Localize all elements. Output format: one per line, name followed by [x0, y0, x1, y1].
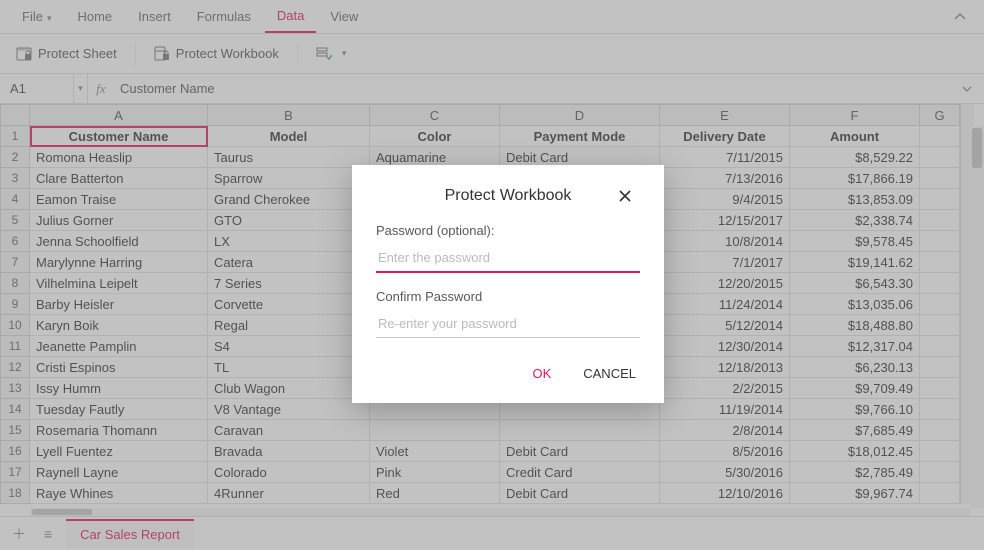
ok-button[interactable]: OK	[528, 360, 555, 387]
password-input[interactable]	[376, 244, 640, 273]
cancel-button[interactable]: CANCEL	[579, 360, 640, 387]
password-label: Password (optional):	[376, 223, 640, 238]
confirm-password-label: Confirm Password	[376, 289, 640, 304]
dialog-title: Protect Workbook	[398, 187, 618, 205]
close-icon[interactable]	[618, 189, 640, 203]
protect-workbook-dialog: Protect Workbook Password (optional): Co…	[352, 165, 664, 403]
confirm-password-input[interactable]	[376, 310, 640, 338]
